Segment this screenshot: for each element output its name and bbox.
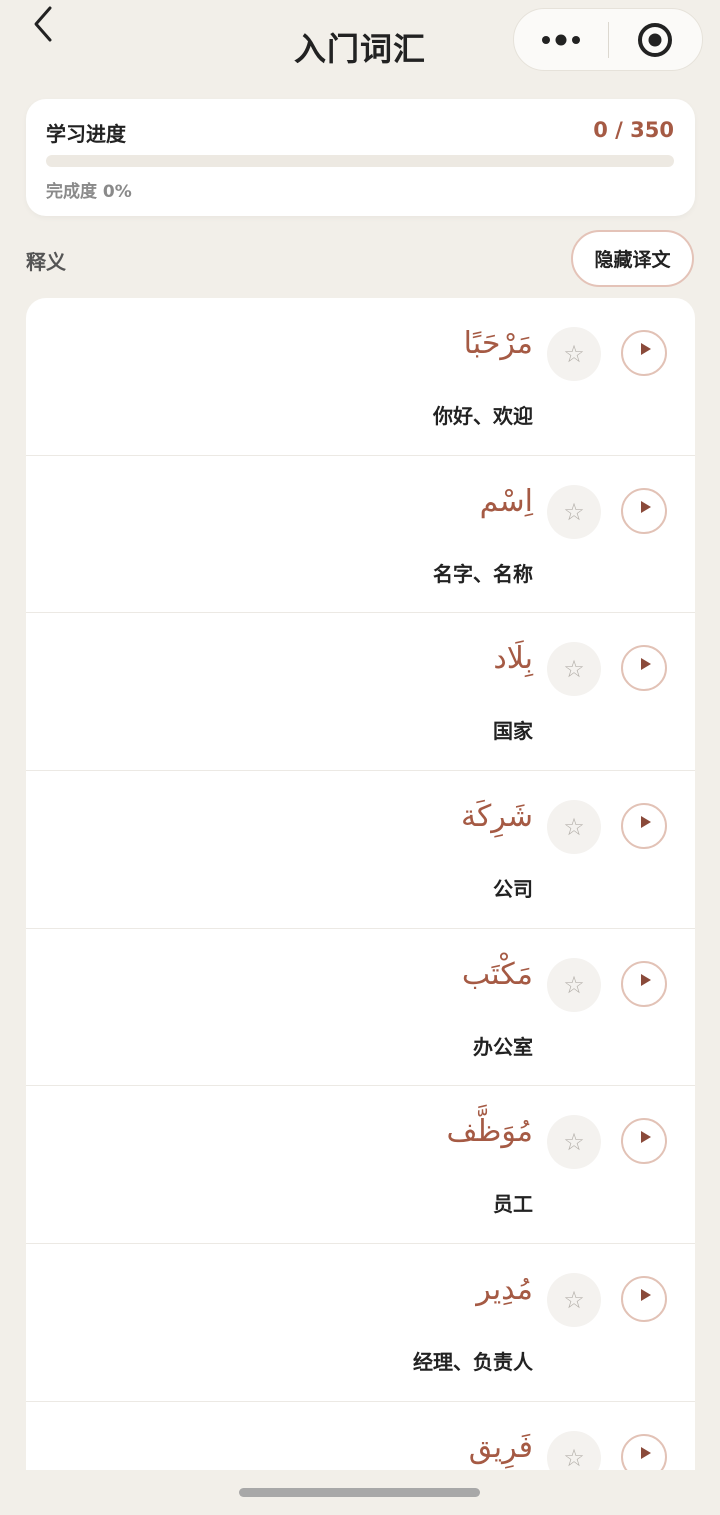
star-icon: ☆: [563, 1128, 585, 1157]
play-audio-button[interactable]: [621, 330, 667, 376]
play-icon: [640, 658, 651, 671]
star-icon: ☆: [563, 497, 585, 526]
play-icon: [640, 816, 651, 829]
arabic-word: مَكْتَب: [461, 956, 533, 992]
word-list: مَرْحَبًا ☆ 你好、欢迎 اِسْم ☆ 名字、名称 بِلَاد ☆ 国家 شَرِك…: [26, 298, 695, 1488]
header: 入门词汇: [0, 0, 720, 92]
play-audio-button[interactable]: [621, 487, 667, 534]
word-meaning: 你好、欢迎: [433, 404, 533, 428]
play-audio-button[interactable]: [621, 1118, 667, 1165]
word-meaning: 经理、负责人: [413, 1350, 533, 1375]
more-dots-icon: [541, 34, 580, 45]
hide-translation-button[interactable]: 隐藏译文: [571, 230, 694, 287]
section-label: 释义: [26, 250, 66, 274]
word-row[interactable]: مُوَظَّف ☆ 员工: [26, 1086, 695, 1245]
home-indicator[interactable]: [239, 1488, 480, 1497]
star-icon: ☆: [563, 655, 585, 684]
target-icon: [638, 22, 673, 57]
play-audio-button[interactable]: [621, 1276, 667, 1323]
arabic-word: فَرِيق: [468, 1429, 533, 1465]
arabic-word: مَرْحَبًا: [463, 326, 533, 361]
arabic-word: اِسْم: [479, 483, 533, 519]
progress-percent: 完成度 0%: [46, 182, 132, 202]
arabic-word: بِلَاد: [493, 641, 533, 677]
star-icon: ☆: [563, 813, 585, 842]
word-row[interactable]: مُدِير ☆ 经理、负责人: [26, 1244, 695, 1402]
word-meaning: 办公室: [473, 1034, 533, 1059]
word-meaning: 员工: [493, 1192, 533, 1217]
progress-bar: [46, 155, 674, 167]
word-row[interactable]: مَكْتَب ☆ 办公室: [26, 929, 695, 1087]
vocabulary-page: 入门词汇 学习进度 0 / 350 完成度 0% 释义 隐藏译文 مَرْحَب…: [0, 0, 720, 1515]
word-row[interactable]: شَرِكَة ☆ 公司: [26, 771, 695, 929]
favorite-button[interactable]: ☆: [547, 1115, 601, 1170]
word-meaning: 公司: [493, 877, 533, 902]
play-audio-button[interactable]: [621, 803, 667, 850]
favorite-button[interactable]: ☆: [547, 484, 601, 539]
favorite-button[interactable]: ☆: [547, 1273, 601, 1328]
play-icon: [640, 973, 651, 986]
word-row[interactable]: بِلَاد ☆ 国家: [26, 613, 695, 772]
close-mini-program-button[interactable]: [609, 9, 703, 70]
arabic-word: مُدِير: [476, 1272, 533, 1308]
play-icon: [640, 1131, 651, 1144]
word-meaning: 名字、名称: [433, 561, 533, 586]
play-audio-button[interactable]: [621, 645, 667, 692]
favorite-button[interactable]: ☆: [547, 642, 601, 697]
play-icon: [640, 1289, 651, 1302]
star-icon: ☆: [563, 1286, 585, 1315]
play-icon: [640, 1446, 651, 1459]
mini-program-capsule: [513, 8, 703, 71]
favorite-button[interactable]: ☆: [547, 327, 601, 381]
word-row[interactable]: مَرْحَبًا ☆ 你好、欢迎: [26, 298, 695, 456]
arabic-word: مُوَظَّف: [446, 1114, 534, 1150]
star-icon: ☆: [563, 970, 585, 999]
arabic-word: شَرِكَة: [460, 799, 533, 835]
word-meaning: 国家: [493, 719, 533, 744]
star-icon: ☆: [563, 340, 585, 368]
play-icon: [640, 343, 651, 355]
play-icon: [640, 500, 651, 513]
favorite-button[interactable]: ☆: [547, 800, 601, 855]
progress-card: 学习进度 0 / 350 完成度 0%: [26, 99, 695, 216]
progress-title: 学习进度: [46, 122, 126, 146]
more-button[interactable]: [514, 9, 608, 70]
word-row[interactable]: اِسْم ☆ 名字、名称: [26, 456, 695, 614]
favorite-button[interactable]: ☆: [547, 957, 601, 1012]
progress-count: 0 / 350: [593, 118, 674, 142]
star-icon: ☆: [563, 1443, 585, 1472]
play-audio-button[interactable]: [621, 960, 667, 1007]
